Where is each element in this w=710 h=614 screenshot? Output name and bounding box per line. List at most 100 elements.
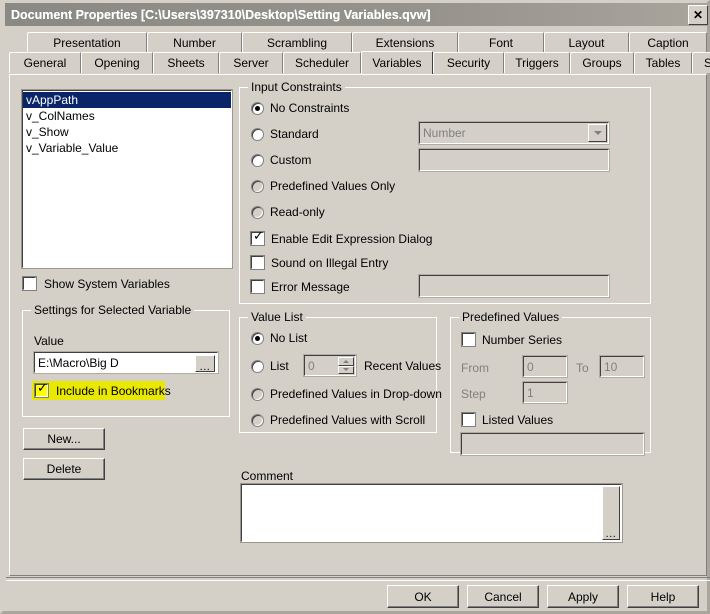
tab-row-bottom: General Opening Sheets Server Scheduler … [9,51,710,74]
apply-button[interactable]: Apply [547,585,619,608]
tab-opening[interactable]: Opening [81,52,153,73]
radio-list[interactable] [251,360,264,373]
close-icon[interactable]: ✕ [688,5,708,25]
value-browse-button[interactable]: ... [195,355,215,372]
radio-no-list[interactable] [251,332,264,345]
error-message-input[interactable] [418,274,610,298]
listed-values-label: Listed Values [482,413,554,427]
include-in-bookmarks-label: Include in Bookmarks [56,384,171,398]
checkmark-icon: ✓ [37,381,48,396]
tab-label: Triggers [515,56,559,70]
ellipsis-icon: ... [605,528,617,540]
list-item[interactable]: v_ColNames [23,108,231,124]
new-button[interactable]: New... [23,428,105,450]
standard-format-value: Number [423,126,466,140]
tab-extensions[interactable]: Extensions [352,32,458,53]
tab-label: Extensions [375,36,435,50]
radio-label-predefined-values-scroll: Predefined Values with Scroll [270,413,426,427]
footer-divider [6,577,710,581]
recent-values-stepper[interactable]: 0 [303,354,357,377]
error-message-label: Error Message [271,280,350,294]
value-label: Value [34,334,64,348]
cancel-button[interactable]: Cancel [467,585,539,608]
ok-button[interactable]: OK [387,585,459,608]
radio-read-only[interactable] [251,206,264,219]
sound-on-illegal-entry-checkbox[interactable] [250,255,265,270]
tab-sheets[interactable]: Sheets [153,52,219,73]
group-title: Predefined Values [459,310,563,324]
radio-dot-icon [255,106,260,111]
tab-font[interactable]: Font [458,32,544,53]
tab-label: Presentation [53,36,121,50]
tab-general[interactable]: General [9,52,81,73]
radio-standard[interactable] [251,128,264,141]
apply-button-label: Apply [567,589,599,604]
error-message-checkbox[interactable] [250,279,265,294]
radio-custom[interactable] [251,154,264,167]
tab-label: Sheets [167,56,205,70]
number-series-checkbox[interactable] [461,332,476,347]
title-bar: Document Properties [C:\Users\397310\Des… [5,3,710,26]
input-constraints-group: Input Constraints [239,80,651,304]
tab-label: Font [488,36,513,50]
list-item[interactable]: v_Variable_Value [23,140,231,156]
radio-dot-icon [255,336,260,341]
chevron-down-icon[interactable] [588,124,607,142]
sound-on-illegal-entry-label: Sound on Illegal Entry [271,256,389,270]
tab-strip: Presentation Number Scrambling Extension… [9,32,710,74]
tab-number[interactable]: Number [147,32,242,53]
tab-label: Tables [645,56,681,70]
tab-scrambling[interactable]: Scrambling [242,32,352,53]
tab-tables[interactable]: Tables [634,52,692,73]
tab-presentation[interactable]: Presentation [27,32,147,53]
tab-sort[interactable]: Sort [692,52,710,73]
listed-values-input[interactable] [460,432,645,456]
radio-predefined-values-dropdown[interactable] [251,388,264,401]
stepper-up-icon[interactable] [338,357,354,366]
tab-variables[interactable]: Variables [361,51,433,74]
step-value: 1 [527,385,534,400]
radio-no-constraints[interactable] [251,102,264,115]
value-input[interactable]: E:\Macro\Big D ... [33,351,219,374]
from-input[interactable]: 0 [522,355,568,378]
group-title: Input Constraints [248,80,345,94]
tab-layout[interactable]: Layout [544,32,629,53]
tab-server[interactable]: Server [219,52,283,73]
help-button[interactable]: Help [627,585,699,608]
tab-groups[interactable]: Groups [570,52,634,73]
custom-constraint-input[interactable] [418,148,610,172]
from-label: From [461,361,489,375]
comment-label: Comment [241,469,294,483]
tab-label: Groups [582,56,622,70]
tab-label: Scrambling [266,36,328,50]
show-system-variables-checkbox[interactable] [22,276,37,291]
tab-label: Security [446,56,491,70]
tab-caption[interactable]: Caption [629,32,707,53]
tab-security[interactable]: Security [433,52,504,73]
stepper-buttons[interactable] [338,357,354,374]
listed-values-checkbox[interactable] [461,412,476,427]
comment-textarea[interactable]: ... [240,483,623,543]
tab-label: Server [233,56,269,70]
tab-triggers[interactable]: Triggers [504,52,570,73]
show-system-variables-label: Show System Variables [44,277,170,291]
include-in-bookmarks-checkbox[interactable]: ✓ [34,381,49,398]
enable-edit-expression-dialog-checkbox[interactable]: ✓ [250,230,265,246]
to-label: To [576,361,589,375]
standard-format-dropdown[interactable]: Number [418,121,610,145]
tab-scheduler[interactable]: Scheduler [283,52,361,73]
stepper-down-icon[interactable] [338,365,354,374]
value-input-text: E:\Macro\Big D [38,355,119,370]
radio-predefined-values-scroll[interactable] [251,414,264,427]
radio-label-custom: Custom [270,153,312,167]
list-item[interactable]: vAppPath [23,92,231,108]
delete-button[interactable]: Delete [23,458,105,480]
step-input[interactable]: 1 [522,381,568,404]
tab-label: General [23,56,67,70]
tab-label: Scheduler [294,56,350,70]
comment-expand-button[interactable]: ... [602,486,620,540]
to-input[interactable]: 10 [599,355,645,378]
variables-listbox[interactable]: vAppPath v_ColNames v_Show v_Variable_Va… [21,89,233,269]
list-item[interactable]: v_Show [23,124,231,140]
radio-predefined-values-only[interactable] [251,180,264,193]
